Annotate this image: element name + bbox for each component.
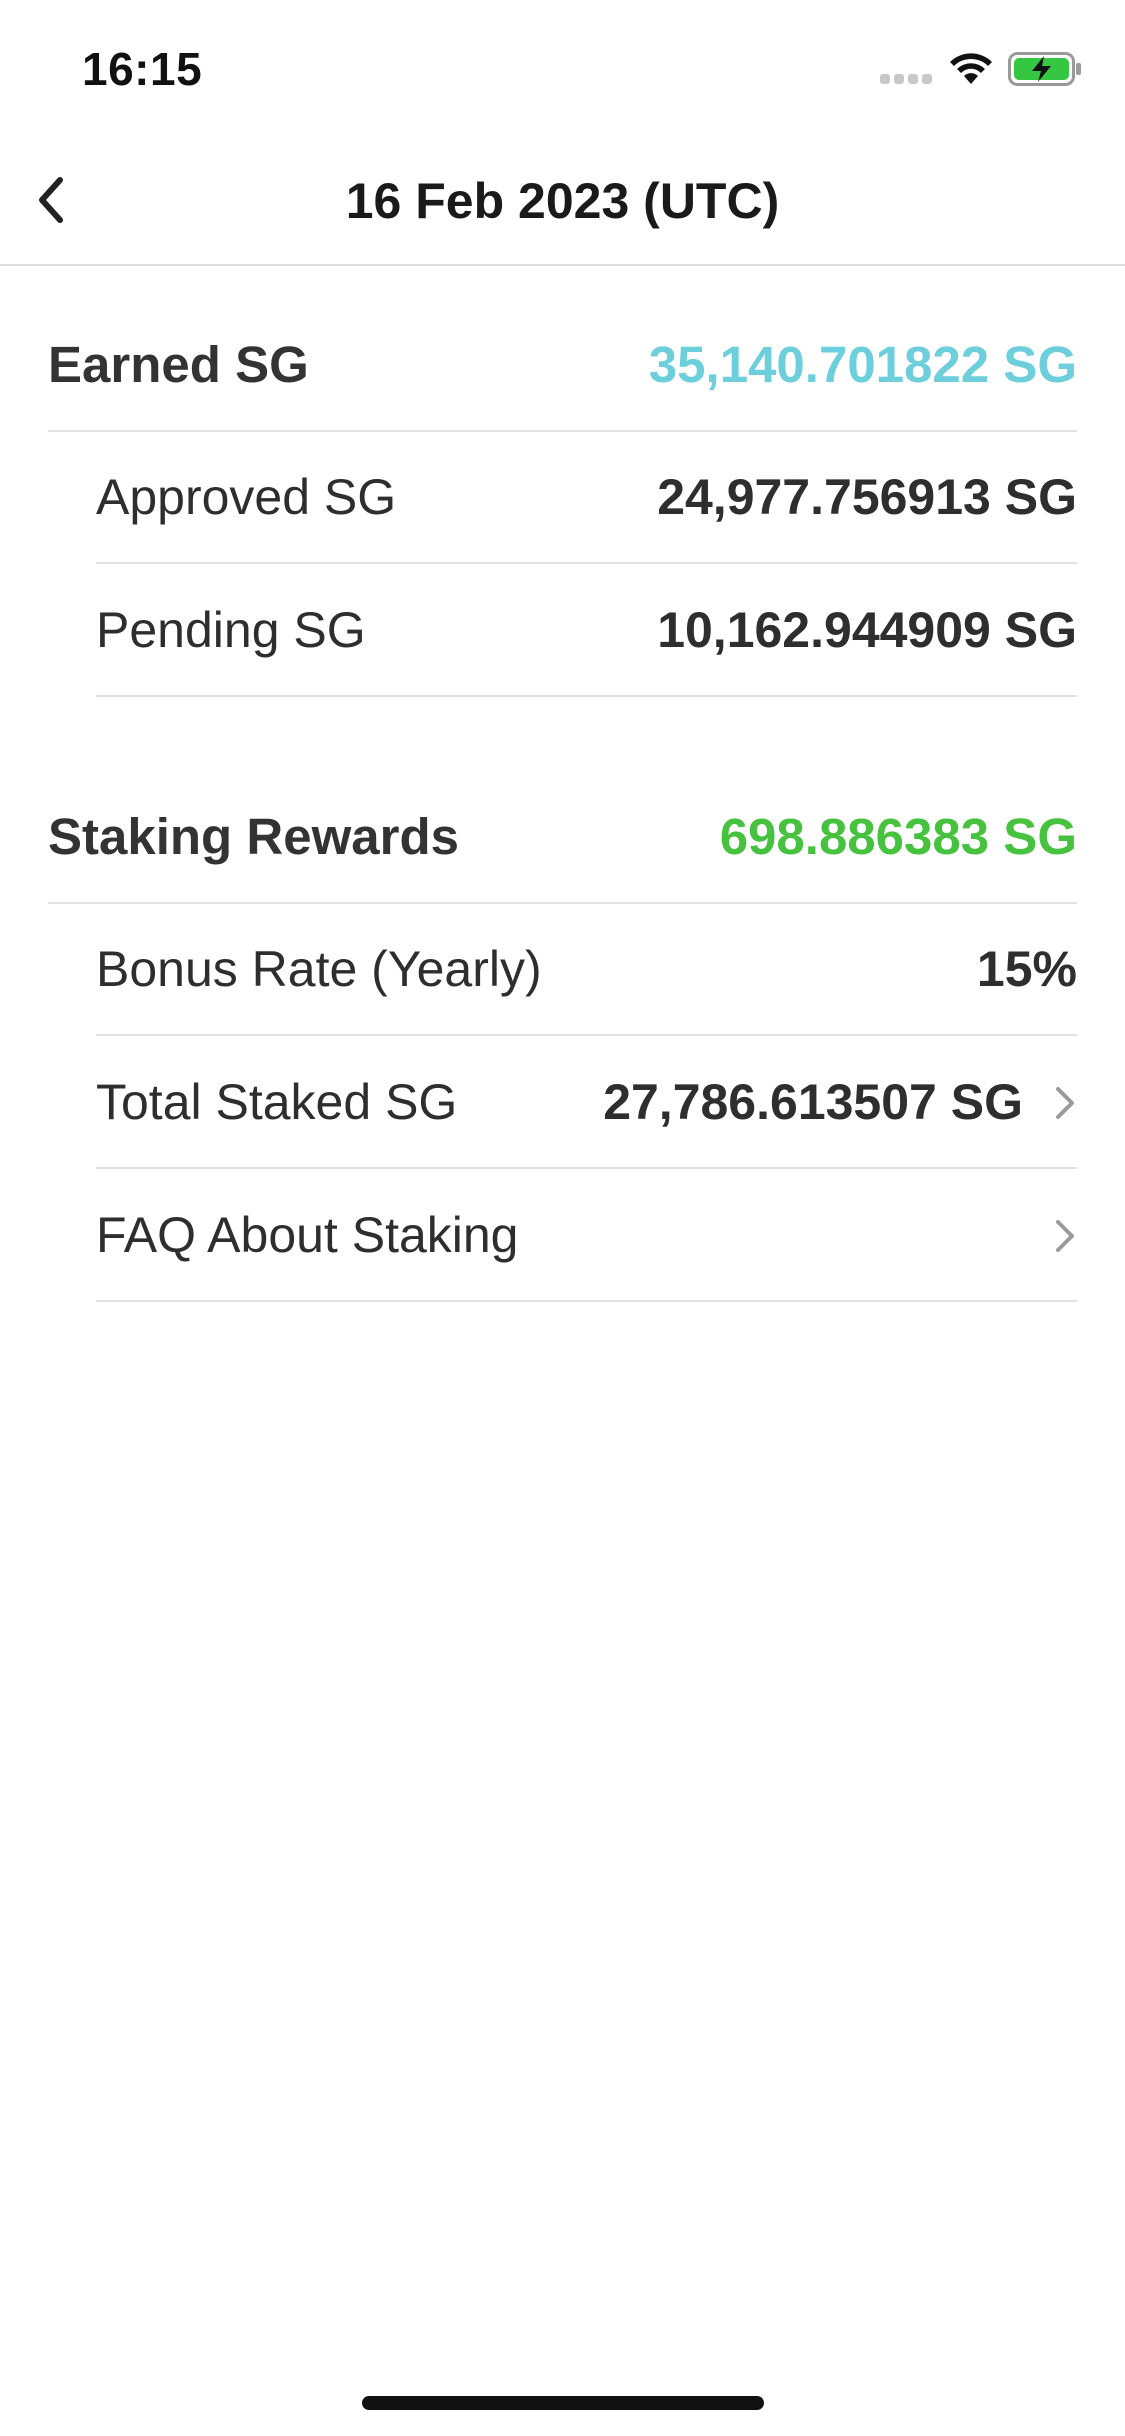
pending-sg-value: 10,162.944909 SG <box>657 602 1077 658</box>
earned-sg-value: 35,140.701822 SG <box>648 336 1077 393</box>
faq-about-staking-label: FAQ About Staking <box>96 1207 519 1263</box>
staking-rewards-value: 698.886383 SG <box>719 808 1077 865</box>
pending-sg-label: Pending SG <box>96 602 366 658</box>
pending-sg-row: Pending SG 10,162.944909 SG <box>96 565 1077 697</box>
page-title: 16 Feb 2023 (UTC) <box>345 173 780 229</box>
earned-sg-label: Earned SG <box>48 336 309 393</box>
chevron-right-icon <box>1056 1087 1074 1119</box>
total-staked-sg-label: Total Staked SG <box>96 1074 458 1130</box>
navigation-bar: 16 Feb 2023 (UTC) <box>0 132 1125 266</box>
signal-icon <box>880 74 934 84</box>
wifi-icon <box>950 53 992 84</box>
approved-sg-label: Approved SG <box>96 469 397 525</box>
chevron-right-icon <box>1056 1220 1074 1252</box>
staking-rewards-row: Staking Rewards 698.886383 SG <box>48 772 1077 904</box>
earned-sg-row: Earned SG 35,140.701822 SG <box>48 300 1077 432</box>
approved-sg-value: 24,977.756913 SG <box>657 469 1077 525</box>
approved-sg-row: Approved SG 24,977.756913 SG <box>96 432 1077 564</box>
faq-about-staking-row[interactable]: FAQ About Staking <box>96 1170 1077 1302</box>
status-bar: 16:15 <box>0 0 1125 132</box>
home-indicator <box>362 2396 764 2410</box>
status-time: 16:15 <box>82 43 203 95</box>
total-staked-sg-value: 27,786.613507 SG <box>603 1074 1023 1130</box>
bonus-rate-label: Bonus Rate (Yearly) <box>96 941 542 997</box>
total-staked-sg-row[interactable]: Total Staked SG 27,786.613507 SG <box>96 1037 1077 1169</box>
battery-charging-icon <box>1008 52 1081 86</box>
staking-rewards-label: Staking Rewards <box>48 808 459 865</box>
bonus-rate-value: 15% <box>976 941 1077 997</box>
bonus-rate-row: Bonus Rate (Yearly) 15% <box>96 904 1077 1036</box>
